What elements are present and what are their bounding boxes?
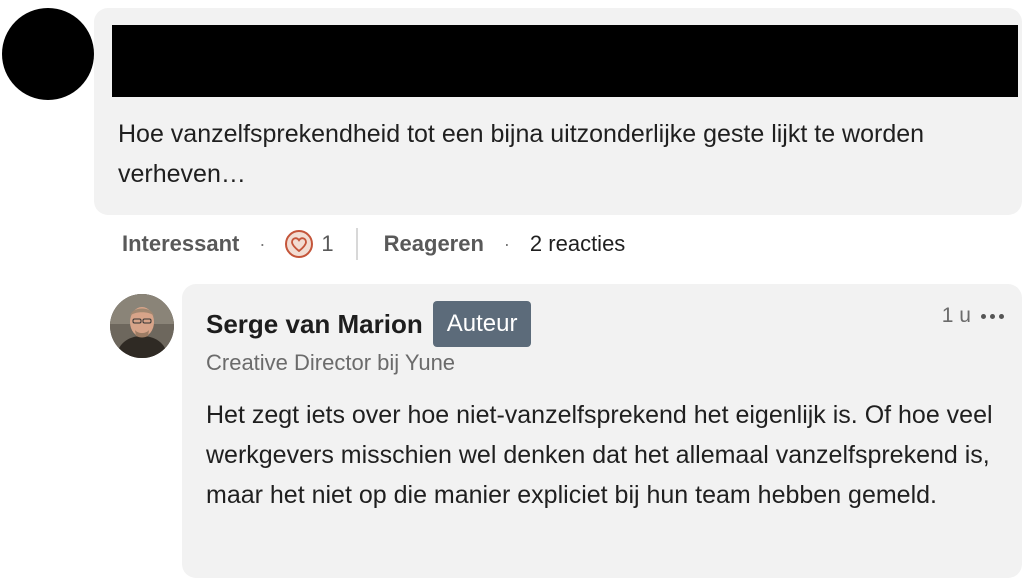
replies-count[interactable]: 2 reacties [530,231,625,257]
reply-button[interactable]: Reageren [384,231,484,257]
separator-dot: · [259,233,266,254]
heart-icon[interactable] [285,230,314,258]
comment-actions: Interessant · 1 Reageren · 2 reacties [122,224,625,264]
redacted-author-info [112,25,1018,97]
top-comment-bubble: Hoe vanzelfsprekendheid tot een bijna ui… [94,8,1022,215]
timestamp: 1 u [941,304,971,327]
author-avatar[interactable] [110,294,174,358]
more-options-icon[interactable] [981,313,1004,319]
redacted-avatar[interactable] [2,8,94,100]
reply-bubble: Serge van Marion Auteur Creative Directo… [182,284,1022,578]
top-comment-text: Hoe vanzelfsprekendheid tot een bijna ui… [118,120,925,188]
reaction-count[interactable]: 1 [321,231,333,257]
author-headline: Creative Director bij Yune [206,350,456,375]
reply-text: Het zegt iets over hoe niet-vanzelfsprek… [206,401,993,509]
author-badge: Auteur [432,301,532,347]
author-name[interactable]: Serge van Marion [206,309,423,340]
separator-dot: · [503,233,510,254]
reply-meta: 1 u [942,304,1004,328]
reply-header: Serge van Marion Auteur [206,301,532,347]
comment-thread: Hoe vanzelfsprekendheid tot een bijna ui… [0,0,1030,586]
divider [355,228,358,260]
like-button[interactable]: Interessant [122,231,239,257]
